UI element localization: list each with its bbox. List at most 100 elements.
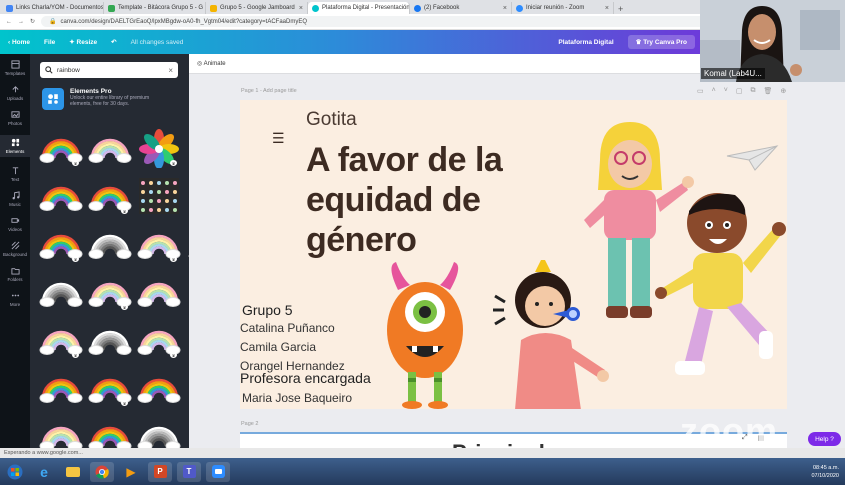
rainbow-element-icon <box>137 282 181 307</box>
orange-monster-illustration[interactable] <box>378 260 473 409</box>
teams-taskbar-button[interactable]: T <box>177 461 201 482</box>
browser-tab[interactable]: Template - Bitácora Grupo 5 - G× <box>104 2 206 14</box>
rainbow-result-thumbnail[interactable]: ♛ <box>87 270 133 314</box>
group-name[interactable]: Grupo 5 <box>242 302 293 318</box>
slide-page-1[interactable]: ☰ Gotita A favor de la equidad de género… <box>240 100 787 409</box>
start-button[interactable] <box>3 462 27 482</box>
professor-name[interactable]: Maria Jose Baqueiro <box>242 391 352 405</box>
reload-icon[interactable]: ↻ <box>30 18 35 25</box>
rail-label: Uploads <box>6 96 24 101</box>
rainbow-result-thumbnail[interactable]: ♛ <box>38 126 84 170</box>
home-button[interactable]: ‹ Home <box>8 39 30 46</box>
elements-icon <box>11 138 19 147</box>
elements-pro-icon <box>42 88 64 110</box>
rainbow-result-thumbnail[interactable]: ♛ <box>136 414 182 448</box>
clear-search-icon[interactable]: × <box>168 66 173 75</box>
rainbow-result-thumbnail[interactable] <box>136 366 182 410</box>
rainbow-result-thumbnail[interactable]: ♛ <box>136 222 182 266</box>
rail-music[interactable]: Music <box>0 191 30 207</box>
promo-title: Elements Pro <box>70 88 112 95</box>
resize-button[interactable]: ✦ Resize <box>69 38 97 46</box>
rainbow-result-thumbnail[interactable]: ♛ <box>87 174 133 218</box>
rainbow-result-thumbnail[interactable]: ♛ <box>136 126 182 170</box>
zoom-taskbar-button[interactable] <box>206 461 230 482</box>
rail-more[interactable]: More <box>0 291 30 307</box>
new-tab-icon[interactable]: + <box>618 4 623 14</box>
rainbow-result-thumbnail[interactable] <box>136 174 182 218</box>
slide-subtitle[interactable]: Gotita <box>306 109 357 131</box>
hide-page-icon[interactable]: ▢ <box>736 87 743 95</box>
member-name[interactable]: Camila Garcia <box>240 340 316 354</box>
add-page-icon[interactable]: ⊕ <box>780 87 786 95</box>
sheets-favicon-icon <box>108 4 115 12</box>
rainbow-result-thumbnail[interactable] <box>87 222 133 266</box>
rainbow-result-thumbnail[interactable] <box>38 270 84 314</box>
video-icon <box>10 218 19 223</box>
notes-icon[interactable]: ▭ <box>697 87 704 95</box>
rainbow-result-thumbnail[interactable]: ♛ <box>38 318 84 362</box>
powerpoint-taskbar-button[interactable]: P <box>148 461 172 482</box>
forward-icon[interactable]: → <box>18 19 24 25</box>
save-status: All changes saved <box>130 38 184 46</box>
professor-label[interactable]: Profesora encargada <box>240 370 371 386</box>
back-icon[interactable]: ← <box>6 19 12 25</box>
rail-text[interactable]: Text <box>0 166 30 182</box>
close-tab-icon[interactable]: × <box>299 5 303 12</box>
rainbow-result-thumbnail[interactable]: ♛ <box>136 318 182 362</box>
rainbow-result-thumbnail[interactable] <box>136 270 182 314</box>
project-title[interactable]: Plataforma Digital <box>558 39 613 46</box>
video-participant-tile[interactable]: Komal (Lab4U... <box>700 0 845 82</box>
jumping-boy-illustration[interactable] <box>655 185 787 405</box>
rail-photos[interactable]: Photos <box>0 110 30 126</box>
member-name[interactable]: Catalina Puñanco <box>240 321 335 335</box>
rainbow-result-thumbnail[interactable]: ♛ <box>38 222 84 266</box>
elements-search-input[interactable]: rainbow × <box>40 62 178 78</box>
home-label: Home <box>11 38 31 46</box>
editor-canvas-area: ◎ Animate Page 1 - Add page title ▭ ˄ ˅ … <box>189 54 845 448</box>
close-tab-icon[interactable]: × <box>503 5 507 12</box>
rail-elements[interactable]: Elements <box>0 135 30 157</box>
rainbow-result-thumbnail[interactable] <box>38 366 84 410</box>
explorer-taskbar-button[interactable] <box>61 462 85 482</box>
system-clock[interactable]: 08:45 a.m. 07/10/2020 <box>811 464 845 480</box>
undo-icon[interactable]: ↶ <box>111 38 116 46</box>
move-down-icon[interactable]: ˅ <box>724 87 728 95</box>
browser-tab[interactable]: Grupo 5 - Google Jamboard × <box>206 2 308 14</box>
ie-taskbar-button[interactable]: e <box>32 462 56 482</box>
browser-tab[interactable]: (2) Facebook × <box>410 2 512 14</box>
powerpoint-icon: P <box>153 465 167 478</box>
duplicate-page-icon[interactable]: ⧉ <box>750 87 755 95</box>
animate-button[interactable]: ◎ Animate <box>197 60 226 67</box>
rainbow-result-thumbnail[interactable] <box>87 318 133 362</box>
try-canva-pro-button[interactable]: ♛ Try Canva Pro <box>627 35 695 49</box>
browser-tab[interactable]: Iniciar reunión - Zoom × <box>512 2 614 14</box>
browser-tab-active[interactable]: Plataforma Digital - Presentación× <box>308 2 410 14</box>
premium-crown-icon: ♛ <box>72 256 79 262</box>
browser-tab[interactable]: Links Charla/YOM - Documentos× <box>2 2 104 14</box>
close-tab-icon[interactable]: × <box>605 5 609 12</box>
upload-icon <box>11 86 19 93</box>
file-menu[interactable]: File <box>44 39 55 46</box>
page1-title-field[interactable]: Page 1 - Add page title <box>241 88 297 94</box>
delete-page-icon[interactable]: 🗑 <box>763 87 772 95</box>
clock-date: 07/10/2020 <box>811 472 839 479</box>
chrome-taskbar-button[interactable] <box>90 461 114 482</box>
rainbow-result-thumbnail[interactable]: ♛ <box>38 414 84 448</box>
premium-crown-icon: ♛ <box>72 160 79 166</box>
rail-label: Music <box>9 202 21 207</box>
elements-pro-promo[interactable]: Elements Pro Unlock our entire library o… <box>42 88 182 122</box>
rainbow-result-thumbnail[interactable]: ♛ <box>87 366 133 410</box>
rail-folders[interactable]: Folders <box>0 266 30 282</box>
rail-videos[interactable]: Videos <box>0 216 30 232</box>
rail-templates[interactable]: Templates <box>0 60 30 76</box>
help-button[interactable]: Help ? <box>808 432 841 446</box>
rail-background[interactable]: Background <box>0 241 30 257</box>
rainbow-result-thumbnail[interactable] <box>87 126 133 170</box>
premium-crown-icon: ♛ <box>121 400 128 406</box>
rainbow-result-thumbnail[interactable] <box>38 174 84 218</box>
rail-uploads[interactable]: Uploads <box>0 85 30 101</box>
move-up-icon[interactable]: ˄ <box>712 87 716 95</box>
rainbow-result-thumbnail[interactable] <box>87 414 133 448</box>
media-taskbar-button[interactable]: ▶ <box>119 462 143 482</box>
slide-title[interactable]: A favor de la equidad de género <box>306 140 526 260</box>
